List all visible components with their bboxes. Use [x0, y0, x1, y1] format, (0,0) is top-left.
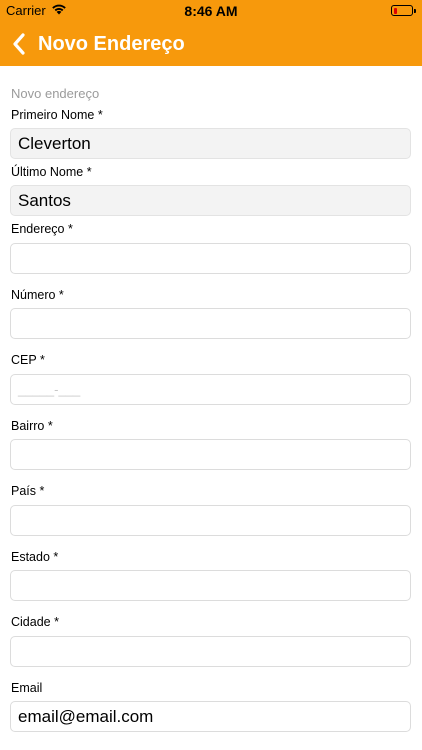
neighborhood-field[interactable]	[10, 439, 411, 470]
chevron-left-icon	[13, 33, 25, 55]
page-title: Novo Endereço	[38, 33, 185, 55]
cep-placeholder: _____-___	[18, 382, 81, 397]
country-label: País *	[11, 484, 45, 498]
first-name-value: Cleverton	[18, 133, 91, 153]
email-field[interactable]: email@email.com	[10, 701, 411, 732]
navigation-bar: Novo Endereço	[0, 22, 422, 66]
email-value: email@email.com	[18, 706, 154, 726]
form-section-title: Novo endereço	[11, 86, 100, 101]
battery-level	[393, 7, 397, 14]
neighborhood-label: Bairro *	[11, 419, 53, 433]
last-name-field[interactable]: Santos	[10, 185, 411, 216]
address-field[interactable]	[10, 243, 411, 274]
email-label: Email	[11, 681, 43, 695]
city-field[interactable]	[10, 636, 411, 667]
status-bar: Carrier 8:46 AM	[0, 0, 422, 22]
clock: 8:46 AM	[184, 3, 238, 19]
state-field[interactable]	[10, 570, 411, 601]
number-field[interactable]	[10, 308, 411, 339]
first-name-field[interactable]: Cleverton	[10, 128, 411, 159]
address-label: Endereço *	[11, 222, 73, 236]
last-name-label: Último Nome *	[11, 165, 92, 179]
country-field[interactable]	[10, 505, 411, 536]
first-name-label: Primeiro Nome *	[11, 108, 103, 122]
city-label: Cidade *	[11, 615, 59, 629]
cep-label: CEP *	[11, 353, 45, 367]
state-label: Estado *	[11, 550, 59, 564]
last-name-value: Santos	[18, 190, 71, 210]
number-label: Número *	[11, 288, 64, 302]
back-button[interactable]	[10, 31, 28, 57]
cep-field[interactable]: _____-___	[10, 374, 411, 405]
battery-icon	[391, 5, 416, 16]
